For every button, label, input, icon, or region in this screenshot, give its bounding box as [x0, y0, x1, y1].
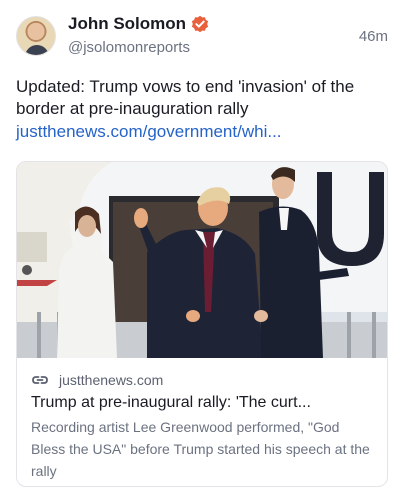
avatar[interactable] — [16, 16, 56, 56]
author-row: John Solomon — [68, 14, 209, 34]
timestamp: 46m — [358, 28, 388, 45]
author-name[interactable]: John Solomon — [68, 14, 186, 34]
link-icon — [31, 371, 49, 389]
card-meta: justthenews.com Trump at pre-inaugural r… — [17, 358, 387, 486]
card-domain-row: justthenews.com — [31, 370, 375, 390]
post-header: John Solomon @jsolomonreports 46m — [16, 14, 388, 60]
post-text: Updated: Trump vows to end 'invasion' of… — [16, 77, 355, 118]
card-domain: justthenews.com — [59, 372, 164, 388]
verified-badge-icon — [191, 15, 209, 33]
card-description: Recording artist Lee Greenwood performed… — [31, 419, 370, 479]
post-link[interactable]: justthenews.com/government/whi... — [16, 122, 282, 142]
card-image — [17, 162, 387, 358]
author-handle[interactable]: @jsolomonreports — [68, 39, 190, 56]
link-preview-card[interactable]: justthenews.com Trump at pre-inaugural r… — [16, 161, 388, 487]
post[interactable]: John Solomon @jsolomonreports 46m Update… — [0, 0, 404, 500]
card-title[interactable]: Trump at pre-inaugural rally: 'The curt.… — [31, 394, 375, 412]
